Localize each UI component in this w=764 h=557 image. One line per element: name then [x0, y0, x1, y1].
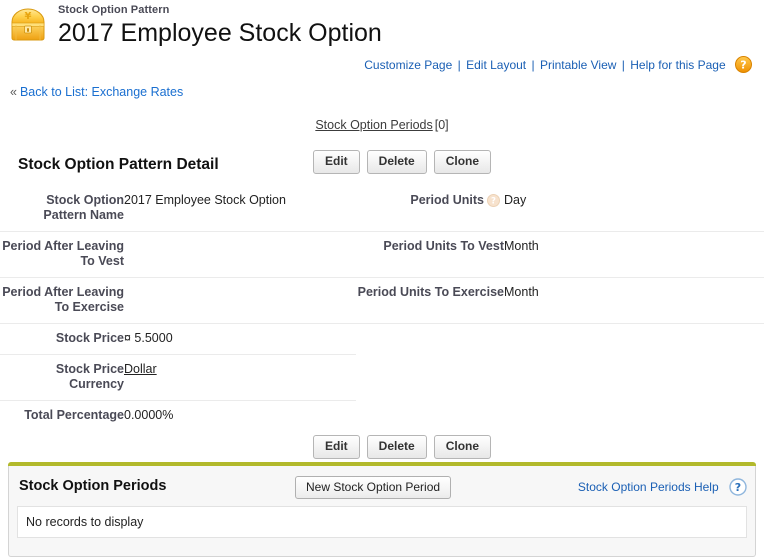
field-label: Stock Price [0, 324, 124, 355]
table-row: Stock Option Pattern Name 2017 Employee … [0, 186, 764, 232]
field-value [124, 232, 356, 278]
field-label-right: Period Units? [356, 186, 504, 232]
stock-price-currency-link[interactable]: Dollar [124, 362, 157, 376]
field-value-right [504, 401, 764, 432]
related-list-jump-row: Stock Option Periods[0] [0, 102, 764, 136]
jump-link-stock-option-periods[interactable]: Stock Option Periods [315, 118, 432, 132]
detail-button-group-bottom: Edit Delete Clone [0, 431, 764, 459]
detail-header: Stock Option Pattern Detail Edit Delete Cl… [0, 150, 764, 182]
field-value-right: Day [504, 186, 764, 232]
related-list-help: Stock Option Periods Help ? [578, 478, 747, 496]
related-list-header: Stock Option Periods New Stock Option Pe… [9, 466, 755, 506]
edit-button-bottom[interactable]: Edit [313, 435, 360, 459]
field-value: ¤ 5.5000 [124, 324, 356, 355]
field-label: Stock Option Pattern Name [0, 186, 124, 232]
related-list-stock-option-periods: Stock Option Periods New Stock Option Pe… [8, 466, 756, 557]
new-stock-option-period-button[interactable]: New Stock Option Period [295, 476, 451, 499]
edit-layout-link[interactable]: Edit Layout [466, 58, 526, 72]
treasure-chest-icon: ¥ [6, 6, 54, 46]
detail-section-title: Stock Option Pattern Detail [18, 156, 219, 173]
customize-page-link[interactable]: Customize Page [364, 58, 452, 72]
stock-option-periods-help-link[interactable]: Stock Option Periods Help [578, 480, 719, 494]
field-label: Period After Leaving To Vest [0, 232, 124, 278]
clone-button-top[interactable]: Clone [434, 150, 491, 174]
detail-section: Stock Option Pattern Detail Edit Delete Cl… [0, 150, 764, 459]
page-title: 2017 Employee Stock Option [58, 18, 764, 48]
help-orb-icon[interactable]: ? [735, 56, 752, 73]
field-label-right: Period Units To Exercise [356, 278, 504, 324]
field-label: Period After Leaving To Exercise [0, 278, 124, 324]
link-separator-2: | [529, 58, 536, 72]
delete-button-bottom[interactable]: Delete [367, 435, 427, 459]
related-list-title: Stock Option Periods [19, 478, 166, 494]
back-chevron-icon: « [10, 85, 17, 99]
clone-button-bottom[interactable]: Clone [434, 435, 491, 459]
related-list-button-wrap: New Stock Option Period [295, 476, 451, 499]
field-value: 2017 Employee Stock Option [124, 186, 356, 232]
printable-view-link[interactable]: Printable View [540, 58, 617, 72]
back-to-list-row: «Back to List: Exchange Rates [0, 76, 764, 102]
field-value-right [504, 355, 764, 401]
field-label-right: Period Units To Vest [356, 232, 504, 278]
info-bubble-icon[interactable]: ? [487, 194, 500, 207]
field-value-right [504, 324, 764, 355]
help-for-this-page-link[interactable]: Help for this Page [630, 58, 725, 72]
edit-button-top[interactable]: Edit [313, 150, 360, 174]
detail-button-group-top: Edit Delete Clone [313, 150, 498, 174]
field-label-right [356, 324, 504, 355]
svg-text:?: ? [740, 58, 746, 71]
table-row: Period After Leaving To Exercise Period … [0, 278, 764, 324]
link-separator-1: | [456, 58, 463, 72]
record-type-label: Stock Option Pattern [58, 4, 764, 17]
svg-text:?: ? [491, 197, 496, 207]
table-row: Stock Price Currency Dollar [0, 355, 764, 401]
back-to-list-link[interactable]: Back to List: Exchange Rates [20, 85, 183, 99]
field-label-right [356, 401, 504, 432]
jump-link-count[interactable]: [0] [435, 118, 449, 132]
link-separator-3: | [620, 58, 627, 72]
field-label-right [356, 355, 504, 401]
table-row: Total Percentage 0.0000% [0, 401, 764, 432]
field-value-right: Month [504, 232, 764, 278]
field-label: Total Percentage [0, 401, 124, 432]
table-row: Period After Leaving To Vest Period Unit… [0, 232, 764, 278]
field-label: Stock Price Currency [0, 355, 124, 401]
delete-button-top[interactable]: Delete [367, 150, 427, 174]
field-value: 0.0000% [124, 401, 356, 432]
svg-text:?: ? [735, 481, 741, 494]
svg-text:¥: ¥ [25, 11, 32, 22]
utility-link-bar: Customize Page | Edit Layout | Printable… [0, 54, 764, 76]
detail-field-table: Stock Option Pattern Name 2017 Employee … [0, 186, 764, 431]
field-label-right-text: Period Units [410, 193, 484, 207]
field-value [124, 278, 356, 324]
field-value-right: Month [504, 278, 764, 324]
question-mark-icon[interactable]: ? [729, 478, 747, 496]
table-row: Stock Price ¤ 5.5000 [0, 324, 764, 355]
empty-state-message: No records to display [17, 506, 747, 538]
page-header: ¥ Stock Option Pattern 2017 Employee Sto… [0, 0, 764, 50]
field-value: Dollar [124, 355, 356, 401]
